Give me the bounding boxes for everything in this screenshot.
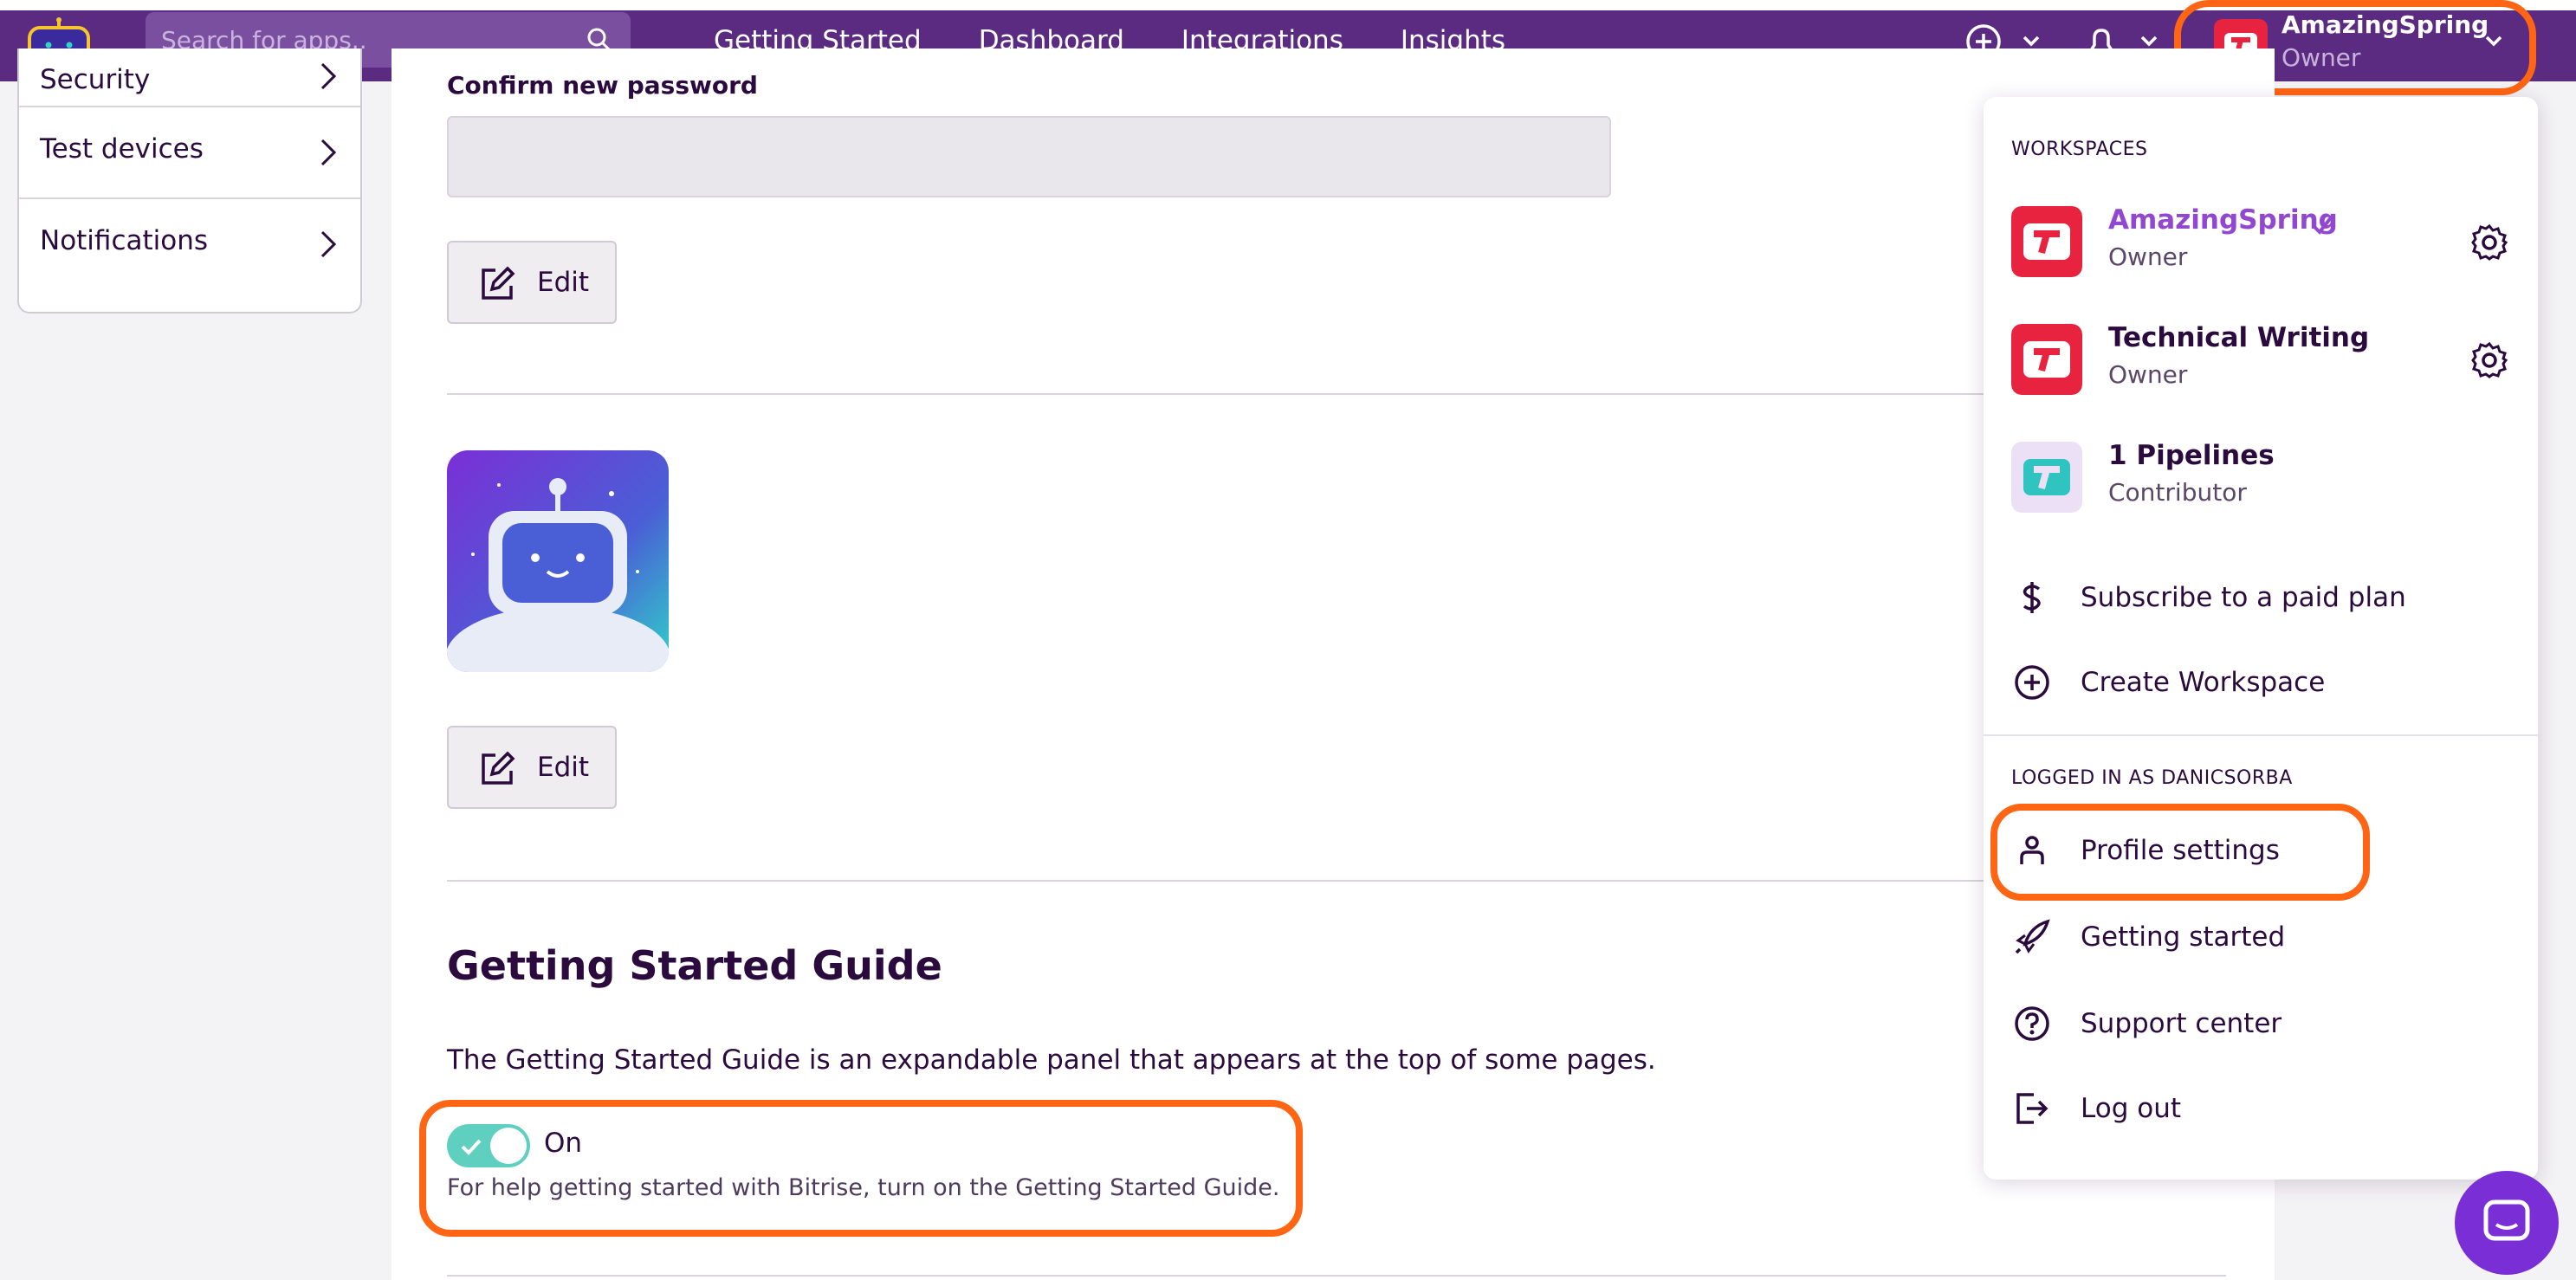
menu-item-label: Getting started bbox=[2081, 921, 2286, 953]
workspace-role: Owner bbox=[2282, 43, 2361, 72]
workspace-avatar bbox=[2011, 324, 2082, 395]
workspace-item-amazingspring[interactable]: AmazingSpring Owner bbox=[1984, 199, 2538, 303]
chevron-down-icon bbox=[2485, 36, 2502, 47]
sidebar-item-label: Security bbox=[40, 64, 151, 95]
subscribe-paid-plan-item[interactable]: Subscribe to a paid plan bbox=[1984, 563, 2538, 632]
workspace-name: AmazingSpring bbox=[2108, 204, 2338, 236]
gear-icon[interactable] bbox=[2470, 341, 2508, 379]
checkmark-icon bbox=[2311, 215, 2333, 236]
sidebar-item-label: Test devices bbox=[40, 133, 204, 165]
chat-launcher-button[interactable] bbox=[2455, 1171, 2559, 1275]
menu-item-label: Support center bbox=[2081, 1008, 2282, 1039]
menu-item-label: Profile settings bbox=[2081, 835, 2280, 866]
sidebar-item-notifications[interactable]: Notifications bbox=[19, 199, 360, 291]
toggle-help-text: For help getting started with Bitrise, t… bbox=[447, 1174, 1280, 1201]
section-divider bbox=[447, 393, 2226, 395]
sidebar-item-security[interactable]: Security bbox=[19, 47, 360, 107]
workspace-role: Owner bbox=[2108, 360, 2188, 389]
edit-label: Edit bbox=[537, 267, 590, 298]
workspace-avatar bbox=[2011, 206, 2082, 277]
confirm-password-label: Confirm new password bbox=[447, 71, 758, 100]
top-strip bbox=[0, 0, 2576, 10]
gear-icon[interactable] bbox=[2470, 223, 2508, 262]
edit-password-button[interactable]: Edit bbox=[447, 241, 617, 324]
getting-started-guide-toggle[interactable] bbox=[447, 1124, 530, 1167]
logged-in-heading: LOGGED IN AS DANICSORBA bbox=[2011, 767, 2293, 789]
menu-item-label: Subscribe to a paid plan bbox=[2081, 582, 2406, 613]
chevron-right-icon bbox=[320, 230, 337, 258]
logout-icon bbox=[2016, 1093, 2049, 1124]
workspace-name: AmazingSpring bbox=[2282, 10, 2489, 39]
support-center-item[interactable]: Support center bbox=[1984, 989, 2538, 1058]
workspace-item-1-pipelines[interactable]: 1 Pipelines Contributor bbox=[1984, 435, 2538, 539]
edit-label: Edit bbox=[537, 752, 590, 783]
confirm-password-input[interactable] bbox=[447, 116, 1611, 197]
edit-icon bbox=[482, 266, 515, 300]
workspace-name: 1 Pipelines bbox=[2108, 440, 2275, 471]
menu-item-label: Log out bbox=[2081, 1093, 2181, 1124]
edit-avatar-button[interactable]: Edit bbox=[447, 726, 617, 809]
rocket-icon bbox=[2015, 919, 2050, 954]
workspace-avatar bbox=[2011, 442, 2082, 513]
create-workspace-item[interactable]: Create Workspace bbox=[1984, 648, 2538, 717]
checkmark-icon bbox=[461, 1139, 482, 1155]
log-out-item[interactable]: Log out bbox=[1984, 1074, 2538, 1143]
settings-sidebar: Security Test devices Notifications bbox=[17, 48, 362, 314]
guide-description: The Getting Started Guide is an expandab… bbox=[447, 1044, 1656, 1076]
person-icon bbox=[2020, 836, 2044, 864]
toggle-state-label: On bbox=[544, 1128, 583, 1159]
profile-settings-item[interactable]: Profile settings bbox=[1984, 816, 2538, 885]
chat-icon bbox=[2483, 1199, 2530, 1241]
profile-avatar-image bbox=[447, 450, 669, 672]
dollar-icon bbox=[2023, 582, 2041, 613]
account-dropdown-menu: WORKSPACES AmazingSpring Owner Technical… bbox=[1984, 97, 2538, 1180]
chevron-right-icon bbox=[320, 62, 337, 90]
edit-icon bbox=[482, 751, 515, 785]
plus-circle-icon bbox=[2015, 665, 2049, 700]
toggle-knob bbox=[490, 1128, 527, 1164]
workspace-item-technical-writing[interactable]: Technical Writing Owner bbox=[1984, 317, 2538, 421]
menu-divider bbox=[1984, 734, 2538, 736]
guide-section-title: Getting Started Guide bbox=[447, 942, 942, 989]
section-divider bbox=[447, 880, 2226, 882]
sidebar-item-label: Notifications bbox=[40, 225, 209, 256]
workspace-name: Technical Writing bbox=[2108, 322, 2370, 353]
workspaces-heading: WORKSPACES bbox=[2011, 139, 2148, 160]
menu-item-label: Create Workspace bbox=[2081, 667, 2326, 698]
sidebar-item-test-devices[interactable]: Test devices bbox=[19, 107, 360, 199]
section-divider bbox=[447, 1275, 2226, 1277]
getting-started-item[interactable]: Getting started bbox=[1984, 902, 2538, 972]
workspace-role: Contributor bbox=[2108, 478, 2247, 507]
question-icon bbox=[2015, 1006, 2049, 1041]
chevron-right-icon bbox=[320, 139, 337, 166]
workspace-role: Owner bbox=[2108, 242, 2188, 271]
